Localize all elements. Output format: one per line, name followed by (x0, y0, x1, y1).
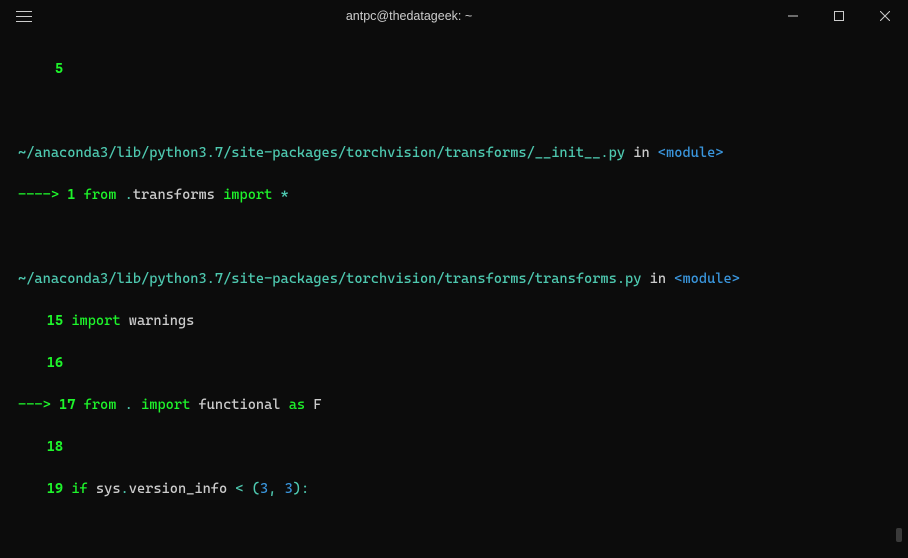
identifier: transforms (133, 187, 215, 203)
traceback-path: ~/anaconda3/lib/python3.7/site-packages/… (18, 145, 625, 161)
operator: * (281, 187, 289, 203)
keyword: from (84, 397, 117, 413)
close-button[interactable] (862, 0, 908, 32)
operator: . (125, 187, 133, 203)
paren: ( (252, 481, 260, 497)
traceback-path: ~/anaconda3/lib/python3.7/site-packages/… (18, 271, 641, 287)
in-label: in (633, 145, 649, 161)
arrow-indicator: ----> (18, 187, 67, 203)
module-tag: <module> (674, 271, 740, 287)
in-label: in (650, 271, 666, 287)
line-number: 15 (18, 311, 63, 332)
window-controls (770, 0, 908, 32)
line-number: 5 (18, 59, 63, 80)
keyword: as (289, 397, 305, 413)
line-number: 19 (18, 479, 63, 500)
identifier: warnings (129, 313, 195, 329)
keyword: import (141, 397, 190, 413)
operator: . (121, 481, 129, 497)
operator: . (125, 397, 133, 413)
line-number: 16 (18, 353, 63, 374)
identifier: version_info (129, 481, 227, 497)
keyword: if (71, 481, 87, 497)
keyword: import (71, 313, 120, 329)
number: 3 (260, 481, 268, 497)
menu-icon[interactable] (0, 0, 48, 32)
colon: : (301, 481, 309, 497)
scrollbar-thumb[interactable] (896, 528, 902, 542)
terminal-output[interactable]: 5 ~/anaconda3/lib/python3.7/site-package… (0, 32, 908, 558)
line-number: 18 (18, 437, 63, 458)
line-number: 17 (59, 395, 75, 416)
paren: ) (293, 481, 301, 497)
number: 3 (285, 481, 293, 497)
titlebar: antpc@thedatageek: ~ (0, 0, 908, 32)
maximize-button[interactable] (816, 0, 862, 32)
module-tag: <module> (658, 145, 724, 161)
arrow-indicator: ---> (18, 397, 59, 413)
keyword: from (84, 187, 117, 203)
keyword: import (223, 187, 272, 203)
minimize-button[interactable] (770, 0, 816, 32)
identifier: functional (198, 397, 280, 413)
operator: < (235, 481, 243, 497)
identifier: F (313, 397, 321, 413)
identifier: sys (96, 481, 121, 497)
window-title: antpc@thedatageek: ~ (48, 7, 770, 26)
